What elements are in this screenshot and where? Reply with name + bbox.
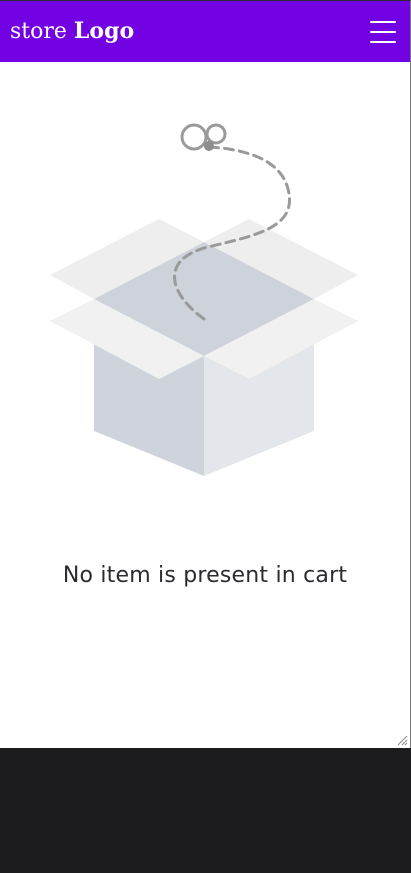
store-logo[interactable]: store Logo <box>10 20 134 43</box>
brand-text-regular: store <box>10 19 67 44</box>
hamburger-menu-icon[interactable] <box>370 20 396 43</box>
app-viewport: store Logo No item is present in cart <box>0 0 411 748</box>
resize-grip-icon[interactable] <box>396 734 408 746</box>
menu-bar-top <box>370 20 396 23</box>
goggle-dot <box>204 141 214 151</box>
brand-text-bold: Logo <box>73 18 135 44</box>
goggle-left <box>180 123 208 151</box>
top-navbar: store Logo <box>0 1 410 62</box>
empty-cart-message: No item is present in cart <box>62 563 348 588</box>
menu-bar-middle <box>370 30 396 33</box>
empty-bottom-area <box>0 748 411 873</box>
menu-bar-bottom <box>370 40 396 43</box>
empty-box-icon <box>50 123 358 476</box>
goggle-right <box>205 123 227 145</box>
